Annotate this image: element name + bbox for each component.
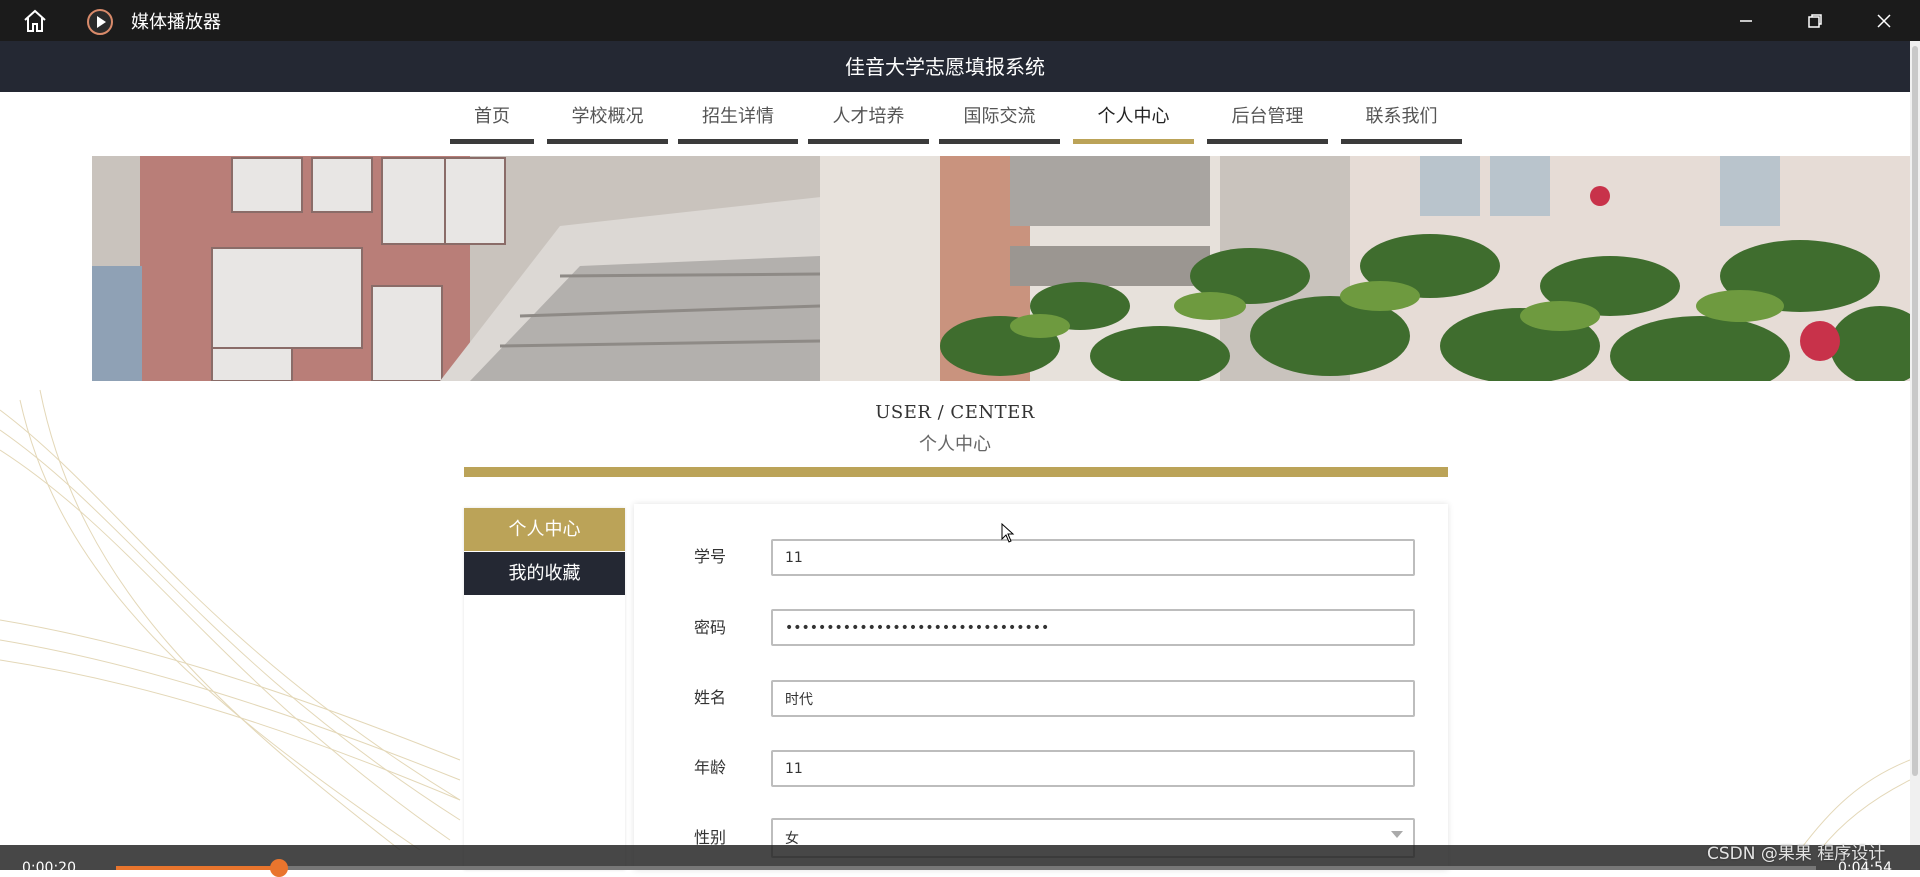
watermark-text: CSDN @果果 程序设计 [1707, 844, 1886, 864]
nav-item-home[interactable]: 首页 [450, 104, 534, 144]
nav-item-talent[interactable]: 人才培养 [808, 104, 929, 144]
site-header: 佳音大学志愿填报系统 [0, 41, 1910, 92]
student-id-input[interactable] [771, 539, 1415, 576]
page-scrollbar-thumb[interactable] [1912, 46, 1918, 776]
site-title: 佳音大学志愿填报系统 [845, 55, 1045, 79]
playback-progress-fill [116, 866, 279, 870]
nav-item-admin[interactable]: 后台管理 [1207, 104, 1328, 144]
name-label: 姓名 [694, 688, 727, 707]
playback-progress-track[interactable] [116, 866, 1816, 870]
playback-progress-handle[interactable] [270, 859, 288, 877]
close-button[interactable] [1861, 6, 1907, 36]
nav-item-international[interactable]: 国际交流 [939, 104, 1060, 144]
minimize-button[interactable] [1723, 6, 1769, 36]
campus-banner-image [0, 156, 1910, 381]
password-input[interactable] [771, 609, 1415, 646]
nav-label: 人才培养 [832, 106, 905, 127]
chevron-down-icon [1391, 831, 1403, 838]
nav-label: 个人中心 [1097, 106, 1170, 127]
password-label: 密码 [694, 618, 727, 637]
home-icon[interactable] [18, 8, 52, 34]
nav-label: 招生详情 [702, 106, 774, 127]
main-nav: 首页 学校概况 招生详情 人才培养 国际交流 个人中心 后台管理 联系我们 [0, 92, 1910, 156]
age-label: 年龄 [694, 758, 727, 777]
nav-label: 国际交流 [963, 106, 1036, 127]
name-input[interactable] [771, 680, 1415, 717]
player-title: 媒体播放器 [131, 12, 221, 33]
section-divider [464, 467, 1448, 477]
nav-item-school-overview[interactable]: 学校概况 [547, 104, 668, 144]
player-title-bar: 媒体播放器 [0, 0, 1920, 41]
side-menu-favorites[interactable]: 我的收藏 [464, 552, 625, 595]
nav-item-user-center[interactable]: 个人中心 [1073, 104, 1194, 144]
section-title-cn: 个人中心 [919, 434, 991, 455]
age-input[interactable] [771, 750, 1415, 787]
nav-label: 学校概况 [571, 106, 644, 127]
nav-label: 首页 [474, 106, 510, 127]
nav-label: 后台管理 [1231, 106, 1304, 127]
current-time: 0:00:20 [22, 860, 76, 876]
nav-label: 联系我们 [1365, 106, 1438, 127]
student-id-label: 学号 [694, 547, 727, 566]
media-player-logo-icon [86, 8, 114, 36]
restore-button[interactable] [1792, 6, 1838, 36]
mouse-cursor-icon [1001, 522, 1015, 543]
side-menu-user-center[interactable]: 个人中心 [464, 508, 625, 551]
section-title-en: USER / CENTER [875, 402, 1035, 423]
nav-item-contact[interactable]: 联系我们 [1341, 104, 1462, 144]
nav-item-admission[interactable]: 招生详情 [678, 104, 798, 144]
side-menu: 个人中心 我的收藏 [464, 508, 625, 870]
